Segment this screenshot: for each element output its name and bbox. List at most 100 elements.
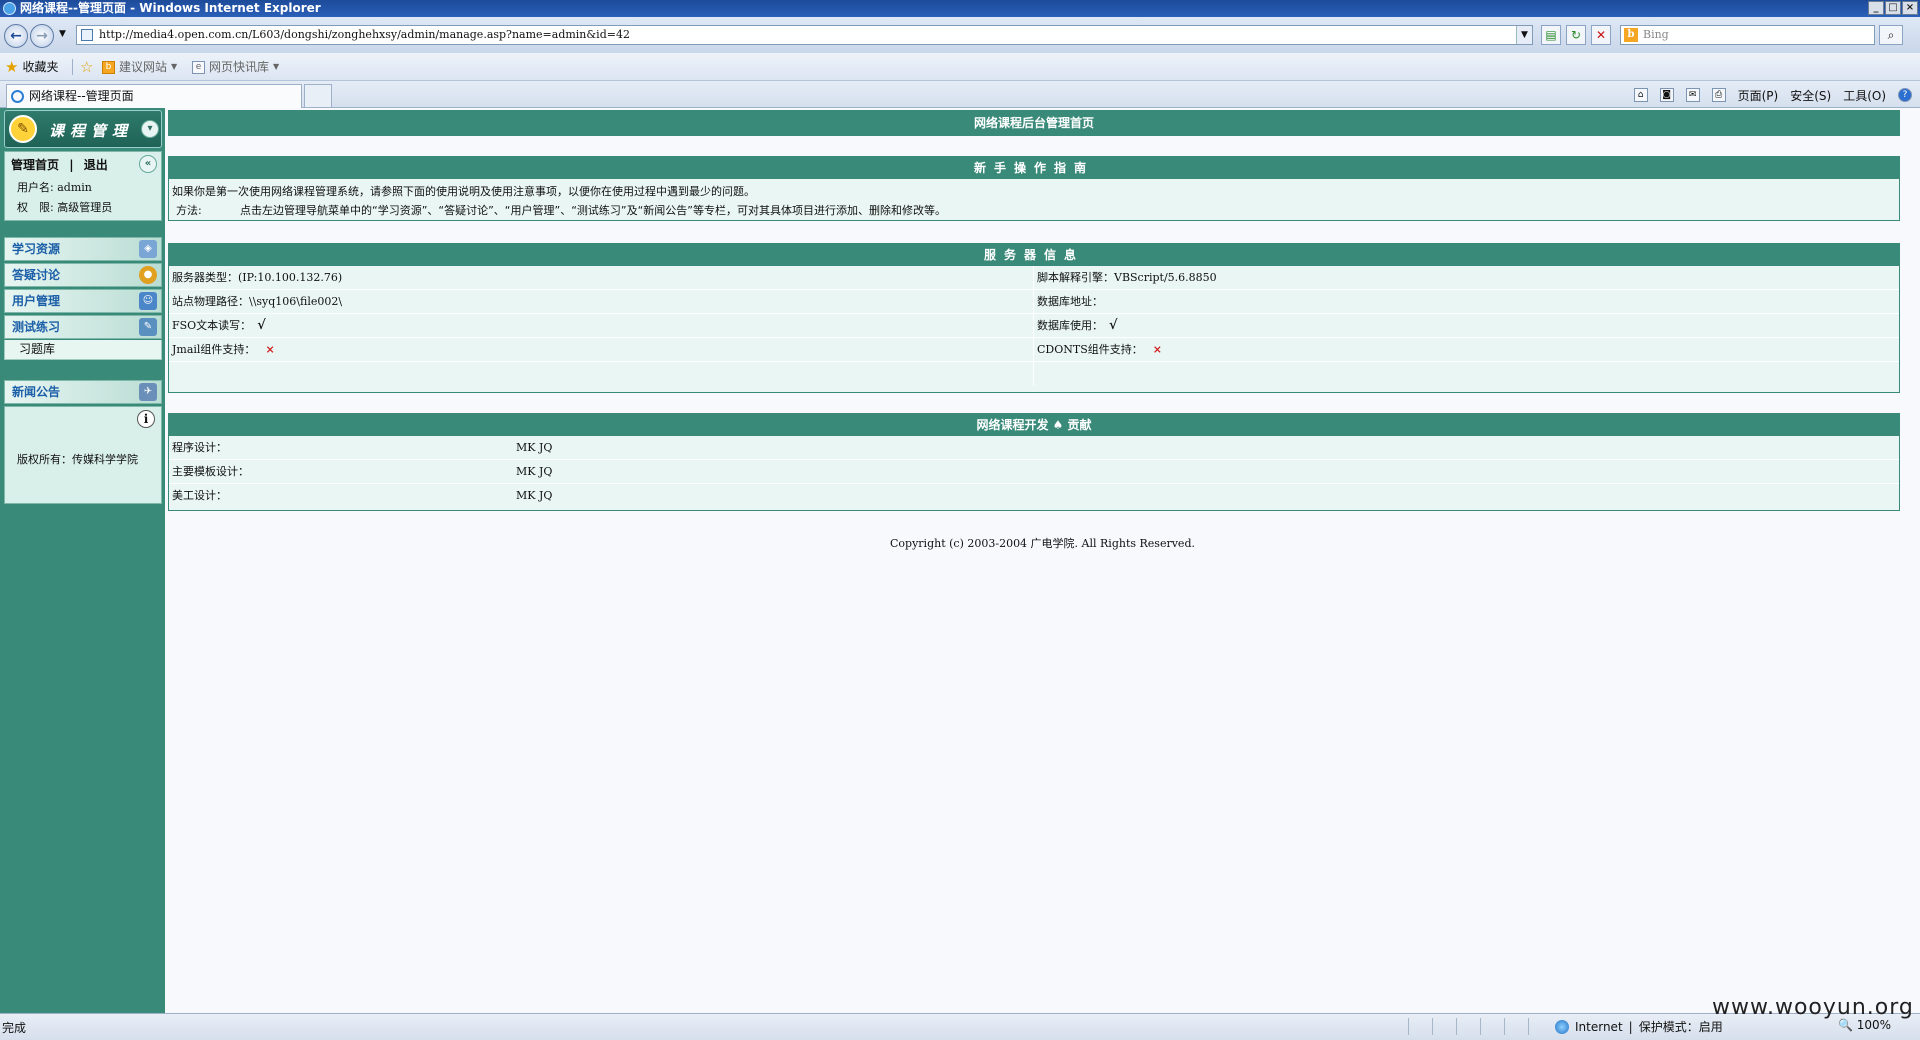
- server-info-title: 服务器信息: [169, 244, 1899, 266]
- status-cell: [1504, 1018, 1524, 1035]
- favorites-button[interactable]: ★ 收藏夹: [5, 58, 58, 76]
- collapse-left-icon[interactable]: «: [139, 155, 157, 173]
- window-titlebar: 网络课程--管理页面 - Windows Internet Explorer _…: [0, 0, 1920, 17]
- menu-news[interactable]: 新闻公告 ✈: [4, 380, 162, 404]
- footer-copyright: Copyright (c) 2003-2004 广电学院. All Rights…: [890, 537, 1195, 550]
- test-icon: ✎: [139, 318, 157, 336]
- print-icon[interactable]: ⎙: [1711, 88, 1726, 102]
- sidebar-copyright-panel: i 版权所有：传媒科学学院: [4, 406, 162, 504]
- history-dropdown-icon[interactable]: ▼: [59, 29, 66, 39]
- web-slice-button[interactable]: e 网页快讯库 ▼: [192, 58, 279, 76]
- safety-menu[interactable]: 安全(S): [1790, 87, 1831, 104]
- back-button[interactable]: ←: [4, 24, 28, 48]
- credit-label: 主要模板设计：: [172, 465, 249, 478]
- admin-sidebar: ✎ 课程管理 ▾ 管理首页 | 退出 « 用户名: admin 权 限: 高级管…: [0, 108, 165, 1013]
- status-cell: [1528, 1018, 1548, 1035]
- web-slice-label: 网页快讯库: [209, 60, 270, 74]
- physical-path: 站点物理路径：\\syq106\file002\: [172, 295, 343, 308]
- method-label: 方法:: [176, 204, 202, 217]
- refresh-button[interactable]: ↻: [1566, 25, 1586, 45]
- add-favorite-button[interactable]: ☆: [80, 58, 93, 76]
- cdonts-cross-icon: ×: [1152, 343, 1162, 356]
- mail-icon[interactable]: ✉: [1685, 88, 1700, 102]
- security-zone[interactable]: Internet | 保护模式：启用: [1555, 1018, 1723, 1035]
- suggested-sites-label: 建议网站: [119, 60, 168, 74]
- guide-panel: 新手操作指南 如果你是第一次使用网络课程管理系统，请参照下面的使用说明及使用注意…: [168, 156, 1900, 221]
- method-text: 点击左边管理导航菜单中的“学习资源”、“答疑讨论”、“用户管理”、“测试练习”及…: [240, 204, 946, 217]
- tools-menu[interactable]: 工具(O): [1843, 87, 1886, 104]
- collapse-down-icon[interactable]: ▾: [141, 120, 159, 138]
- submenu-question-bank[interactable]: 习题库: [4, 340, 162, 360]
- suggested-sites-button[interactable]: b 建议网站 ▼: [102, 58, 177, 76]
- home-icon[interactable]: ⌂: [1633, 88, 1648, 102]
- menu-label: 答疑讨论: [12, 268, 61, 282]
- menu-qa-discussion[interactable]: 答疑讨论 ●: [4, 263, 162, 287]
- new-tab-button[interactable]: [304, 84, 332, 108]
- favbar-divider: [72, 59, 73, 75]
- menu-label: 学习资源: [12, 242, 61, 256]
- server-info-panel: 服务器信息 服务器类型：(IP:10.100.132.76) 脚本解释引擎：VB…: [168, 243, 1900, 393]
- page-menu[interactable]: 页面(P): [1738, 87, 1779, 104]
- search-button[interactable]: ⌕: [1879, 25, 1903, 45]
- table-row: 美工设计： MK JQ: [169, 484, 1899, 508]
- menu-user-management[interactable]: 用户管理 ☺: [4, 289, 162, 313]
- manage-home-link[interactable]: 管理首页: [11, 156, 59, 173]
- minimize-button[interactable]: _: [1868, 1, 1884, 15]
- search-input[interactable]: b Bing: [1620, 25, 1875, 45]
- window-title: 网络课程--管理页面 - Windows Internet Explorer: [20, 1, 321, 15]
- brush-icon: ✎: [9, 115, 37, 143]
- address-dropdown-icon[interactable]: ▼: [1516, 26, 1532, 44]
- table-row: FSO文本读写： √ 数据库使用： √: [169, 314, 1899, 338]
- protected-mode-label: 保护模式：启用: [1638, 1020, 1723, 1034]
- dev-credits-title: 网络课程开发 ♠ 贡献: [169, 414, 1899, 436]
- submenu-label: 习题库: [19, 342, 56, 356]
- star-icon: ★: [5, 58, 19, 76]
- sidebar-user-panel: 管理首页 | 退出 « 用户名: admin 权 限: 高级管理员: [4, 151, 162, 221]
- chevron-down-icon: ▼: [171, 62, 178, 71]
- guide-intro: 如果你是第一次使用网络课程管理系统，请参照下面的使用说明及使用注意事项，以便你在…: [172, 185, 755, 198]
- info-icon: i: [137, 410, 155, 428]
- compatibility-icon[interactable]: ▤: [1541, 25, 1561, 45]
- feeds-icon[interactable]: ◙: [1659, 88, 1674, 102]
- username-label: 用户名:: [17, 181, 54, 194]
- server-type: 服务器类型：(IP:10.100.132.76): [172, 271, 343, 284]
- resources-icon: ◈: [139, 240, 157, 258]
- top-title-panel: 网络课程后台管理首页: [168, 110, 1900, 136]
- main-content: 网络课程后台管理首页 新手操作指南 如果你是第一次使用网络课程管理系统，请参照下…: [165, 108, 1920, 1013]
- db-use-check-icon: √: [1109, 318, 1118, 333]
- status-cell: [1408, 1018, 1428, 1035]
- logout-link[interactable]: 退出: [84, 156, 108, 173]
- address-input[interactable]: http://media4.open.com.cn/L603/dongshi/z…: [76, 25, 1533, 45]
- status-cell: [1432, 1018, 1452, 1035]
- db-use-label: 数据库使用：: [1037, 319, 1103, 332]
- menu-label: 用户管理: [12, 294, 61, 308]
- add-star-icon: ☆: [80, 58, 94, 76]
- fso-label: FSO文本读写：: [172, 319, 252, 332]
- favorites-bar: ★ 收藏夹 ☆ b 建议网站 ▼ e 网页快讯库 ▼: [0, 53, 1920, 81]
- watermark: www.wooyun.org: [1712, 995, 1914, 1020]
- credit-value: MK JQ: [516, 489, 553, 502]
- tab-title: 网络课程--管理页面: [29, 89, 134, 103]
- maximize-button[interactable]: □: [1885, 1, 1901, 15]
- stop-button[interactable]: ✕: [1591, 25, 1611, 45]
- tab-active[interactable]: 网络课程--管理页面: [6, 84, 302, 108]
- page-icon: [81, 29, 93, 41]
- discussion-icon: ●: [139, 266, 157, 284]
- help-icon[interactable]: ?: [1898, 88, 1912, 102]
- credit-value: MK JQ: [516, 465, 553, 478]
- menu-learning-resources[interactable]: 学习资源 ◈: [4, 237, 162, 261]
- zoom-level[interactable]: 🔍 100%: [1838, 1018, 1891, 1032]
- close-window-button[interactable]: ×: [1902, 1, 1918, 15]
- address-text: http://media4.open.com.cn/L603/dongshi/z…: [99, 28, 630, 41]
- bing-small-icon: b: [102, 60, 115, 74]
- table-row: Jmail组件支持： × CDONTS组件支持： ×: [169, 338, 1899, 362]
- users-icon: ☺: [139, 292, 157, 310]
- menu-label: 测试练习: [12, 320, 61, 334]
- script-engine: 脚本解释引擎：VBScript/5.6.8850: [1037, 271, 1217, 284]
- username-value: admin: [57, 181, 92, 194]
- menu-tests[interactable]: 测试练习 ✎: [4, 315, 162, 339]
- zone-label: Internet: [1575, 1019, 1623, 1034]
- sidebar-title: 课程管理: [49, 122, 134, 140]
- forward-button[interactable]: →: [30, 24, 54, 48]
- tab-bar: 网络课程--管理页面 ⌂ ◙ ✉ ⎙ 页面(P) 安全(S) 工具(O) ?: [0, 81, 1920, 108]
